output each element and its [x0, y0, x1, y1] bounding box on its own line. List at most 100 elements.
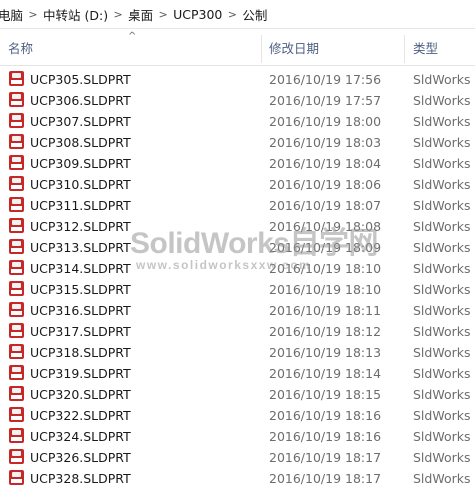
file-name: UCP307.SLDPRT	[30, 114, 131, 129]
file-modified-date: 2016/10/19 18:16	[269, 408, 382, 423]
solidworks-part-icon	[9, 134, 24, 149]
column-divider[interactable]	[404, 35, 405, 63]
solidworks-part-icon	[9, 239, 24, 254]
file-row[interactable]: UCP319.SLDPRT 2016/10/19 18:14 SldWorks Pa	[0, 363, 475, 384]
file-row[interactable]: UCP315.SLDPRT 2016/10/19 18:10 SldWorks Pa	[0, 279, 475, 300]
file-modified-date: 2016/10/19 18:00	[269, 114, 382, 129]
file-name: UCP315.SLDPRT	[30, 282, 131, 297]
file-name: UCP309.SLDPRT	[30, 156, 131, 171]
file-name: UCP318.SLDPRT	[30, 345, 131, 360]
file-type: SldWorks Pa	[413, 156, 475, 171]
file-modified-date: 2016/10/19 18:09	[269, 240, 382, 255]
solidworks-part-icon	[9, 197, 24, 212]
column-divider[interactable]	[261, 35, 262, 63]
file-row[interactable]: UCP322.SLDPRT 2016/10/19 18:16 SldWorks Pa	[0, 405, 475, 426]
file-row[interactable]: UCP328.SLDPRT 2016/10/19 18:17 SldWorks Pa	[0, 468, 475, 489]
breadcrumb-item-drive-d[interactable]: 中转站 (D:)	[41, 5, 110, 24]
file-name: UCP308.SLDPRT	[30, 135, 131, 150]
solidworks-part-icon	[9, 449, 24, 464]
file-type: SldWorks Pa	[413, 219, 475, 234]
solidworks-part-icon	[9, 302, 24, 317]
file-row[interactable]: UCP313.SLDPRT 2016/10/19 18:09 SldWorks Pa	[0, 237, 475, 258]
file-name: UCP310.SLDPRT	[30, 177, 131, 192]
file-name: UCP324.SLDPRT	[30, 429, 131, 444]
breadcrumb-separator-icon[interactable]: >	[110, 8, 126, 21]
file-name: UCP326.SLDPRT	[30, 450, 131, 465]
file-type: SldWorks Pa	[413, 408, 475, 423]
column-header-type[interactable]: 类型	[413, 33, 438, 65]
file-name: UCP317.SLDPRT	[30, 324, 131, 339]
file-row[interactable]: UCP310.SLDPRT 2016/10/19 18:06 SldWorks Pa	[0, 174, 475, 195]
solidworks-part-icon	[9, 344, 24, 359]
file-modified-date: 2016/10/19 18:14	[269, 366, 382, 381]
column-header-date[interactable]: 修改日期	[269, 33, 319, 65]
breadcrumb-item-metric[interactable]: 公制	[240, 5, 269, 24]
file-row[interactable]: UCP314.SLDPRT 2016/10/19 18:10 SldWorks Pa	[0, 258, 475, 279]
file-row[interactable]: UCP316.SLDPRT 2016/10/19 18:11 SldWorks Pa	[0, 300, 475, 321]
file-modified-date: 2016/10/19 18:07	[269, 198, 382, 213]
breadcrumb-separator-icon[interactable]: >	[155, 8, 171, 21]
file-type: SldWorks Pa	[413, 261, 475, 276]
file-type: SldWorks Pa	[413, 366, 475, 381]
file-modified-date: 2016/10/19 18:03	[269, 135, 382, 150]
file-row[interactable]: UCP326.SLDPRT 2016/10/19 18:17 SldWorks Pa	[0, 447, 475, 468]
file-modified-date: 2016/10/19 18:08	[269, 219, 382, 234]
file-name: UCP314.SLDPRT	[30, 261, 131, 276]
solidworks-part-icon	[9, 281, 24, 296]
file-type: SldWorks Pa	[413, 450, 475, 465]
file-type: SldWorks Pa	[413, 471, 475, 486]
file-name: UCP322.SLDPRT	[30, 408, 131, 423]
column-header: ^ 名称 修改日期 类型	[0, 31, 475, 66]
file-type: SldWorks Pa	[413, 198, 475, 213]
file-type: SldWorks Pa	[413, 240, 475, 255]
sort-ascending-icon: ^	[128, 31, 137, 42]
file-modified-date: 2016/10/19 17:56	[269, 72, 382, 87]
file-modified-date: 2016/10/19 18:11	[269, 303, 382, 318]
breadcrumb-item-ucp300[interactable]: UCP300	[171, 7, 224, 22]
file-modified-date: 2016/10/19 18:12	[269, 324, 382, 339]
solidworks-part-icon	[9, 92, 24, 107]
file-type: SldWorks Pa	[413, 324, 475, 339]
solidworks-part-icon	[9, 428, 24, 443]
solidworks-part-icon	[9, 113, 24, 128]
file-name: UCP319.SLDPRT	[30, 366, 131, 381]
file-row[interactable]: UCP312.SLDPRT 2016/10/19 18:08 SldWorks Pa	[0, 216, 475, 237]
file-modified-date: 2016/10/19 18:10	[269, 282, 382, 297]
file-name: UCP313.SLDPRT	[30, 240, 131, 255]
file-type: SldWorks Pa	[413, 429, 475, 444]
file-modified-date: 2016/10/19 18:16	[269, 429, 382, 444]
file-type: SldWorks Pa	[413, 135, 475, 150]
file-name: UCP311.SLDPRT	[30, 198, 131, 213]
breadcrumb-separator-icon[interactable]: >	[25, 8, 41, 21]
file-name: UCP320.SLDPRT	[30, 387, 131, 402]
file-modified-date: 2016/10/19 17:57	[269, 93, 382, 108]
solidworks-part-icon	[9, 386, 24, 401]
file-row[interactable]: UCP308.SLDPRT 2016/10/19 18:03 SldWorks Pa	[0, 132, 475, 153]
breadcrumb-item-desktop[interactable]: 桌面	[126, 5, 155, 24]
file-type: SldWorks Pa	[413, 114, 475, 129]
breadcrumb-separator-icon[interactable]: >	[224, 8, 240, 21]
file-type: SldWorks Pa	[413, 93, 475, 108]
breadcrumb-item-this-pc[interactable]: 电脑	[0, 5, 25, 24]
file-row[interactable]: UCP305.SLDPRT 2016/10/19 17:56 SldWorks Pa	[0, 69, 475, 90]
file-row[interactable]: UCP324.SLDPRT 2016/10/19 18:16 SldWorks Pa	[0, 426, 475, 447]
solidworks-part-icon	[9, 218, 24, 233]
file-row[interactable]: UCP309.SLDPRT 2016/10/19 18:04 SldWorks Pa	[0, 153, 475, 174]
file-modified-date: 2016/10/19 18:04	[269, 156, 382, 171]
file-row[interactable]: UCP318.SLDPRT 2016/10/19 18:13 SldWorks Pa	[0, 342, 475, 363]
file-type: SldWorks Pa	[413, 282, 475, 297]
column-header-name[interactable]: 名称	[8, 33, 33, 65]
file-row[interactable]: UCP317.SLDPRT 2016/10/19 18:12 SldWorks Pa	[0, 321, 475, 342]
file-row[interactable]: UCP307.SLDPRT 2016/10/19 18:00 SldWorks Pa	[0, 111, 475, 132]
solidworks-part-icon	[9, 407, 24, 422]
file-row[interactable]: UCP320.SLDPRT 2016/10/19 18:15 SldWorks Pa	[0, 384, 475, 405]
file-row[interactable]: UCP306.SLDPRT 2016/10/19 17:57 SldWorks Pa	[0, 90, 475, 111]
file-name: UCP306.SLDPRT	[30, 93, 131, 108]
file-name: UCP312.SLDPRT	[30, 219, 131, 234]
file-modified-date: 2016/10/19 18:15	[269, 387, 382, 402]
file-row[interactable]: UCP311.SLDPRT 2016/10/19 18:07 SldWorks Pa	[0, 195, 475, 216]
file-modified-date: 2016/10/19 18:13	[269, 345, 382, 360]
solidworks-part-icon	[9, 470, 24, 485]
solidworks-part-icon	[9, 365, 24, 380]
file-modified-date: 2016/10/19 18:10	[269, 261, 382, 276]
